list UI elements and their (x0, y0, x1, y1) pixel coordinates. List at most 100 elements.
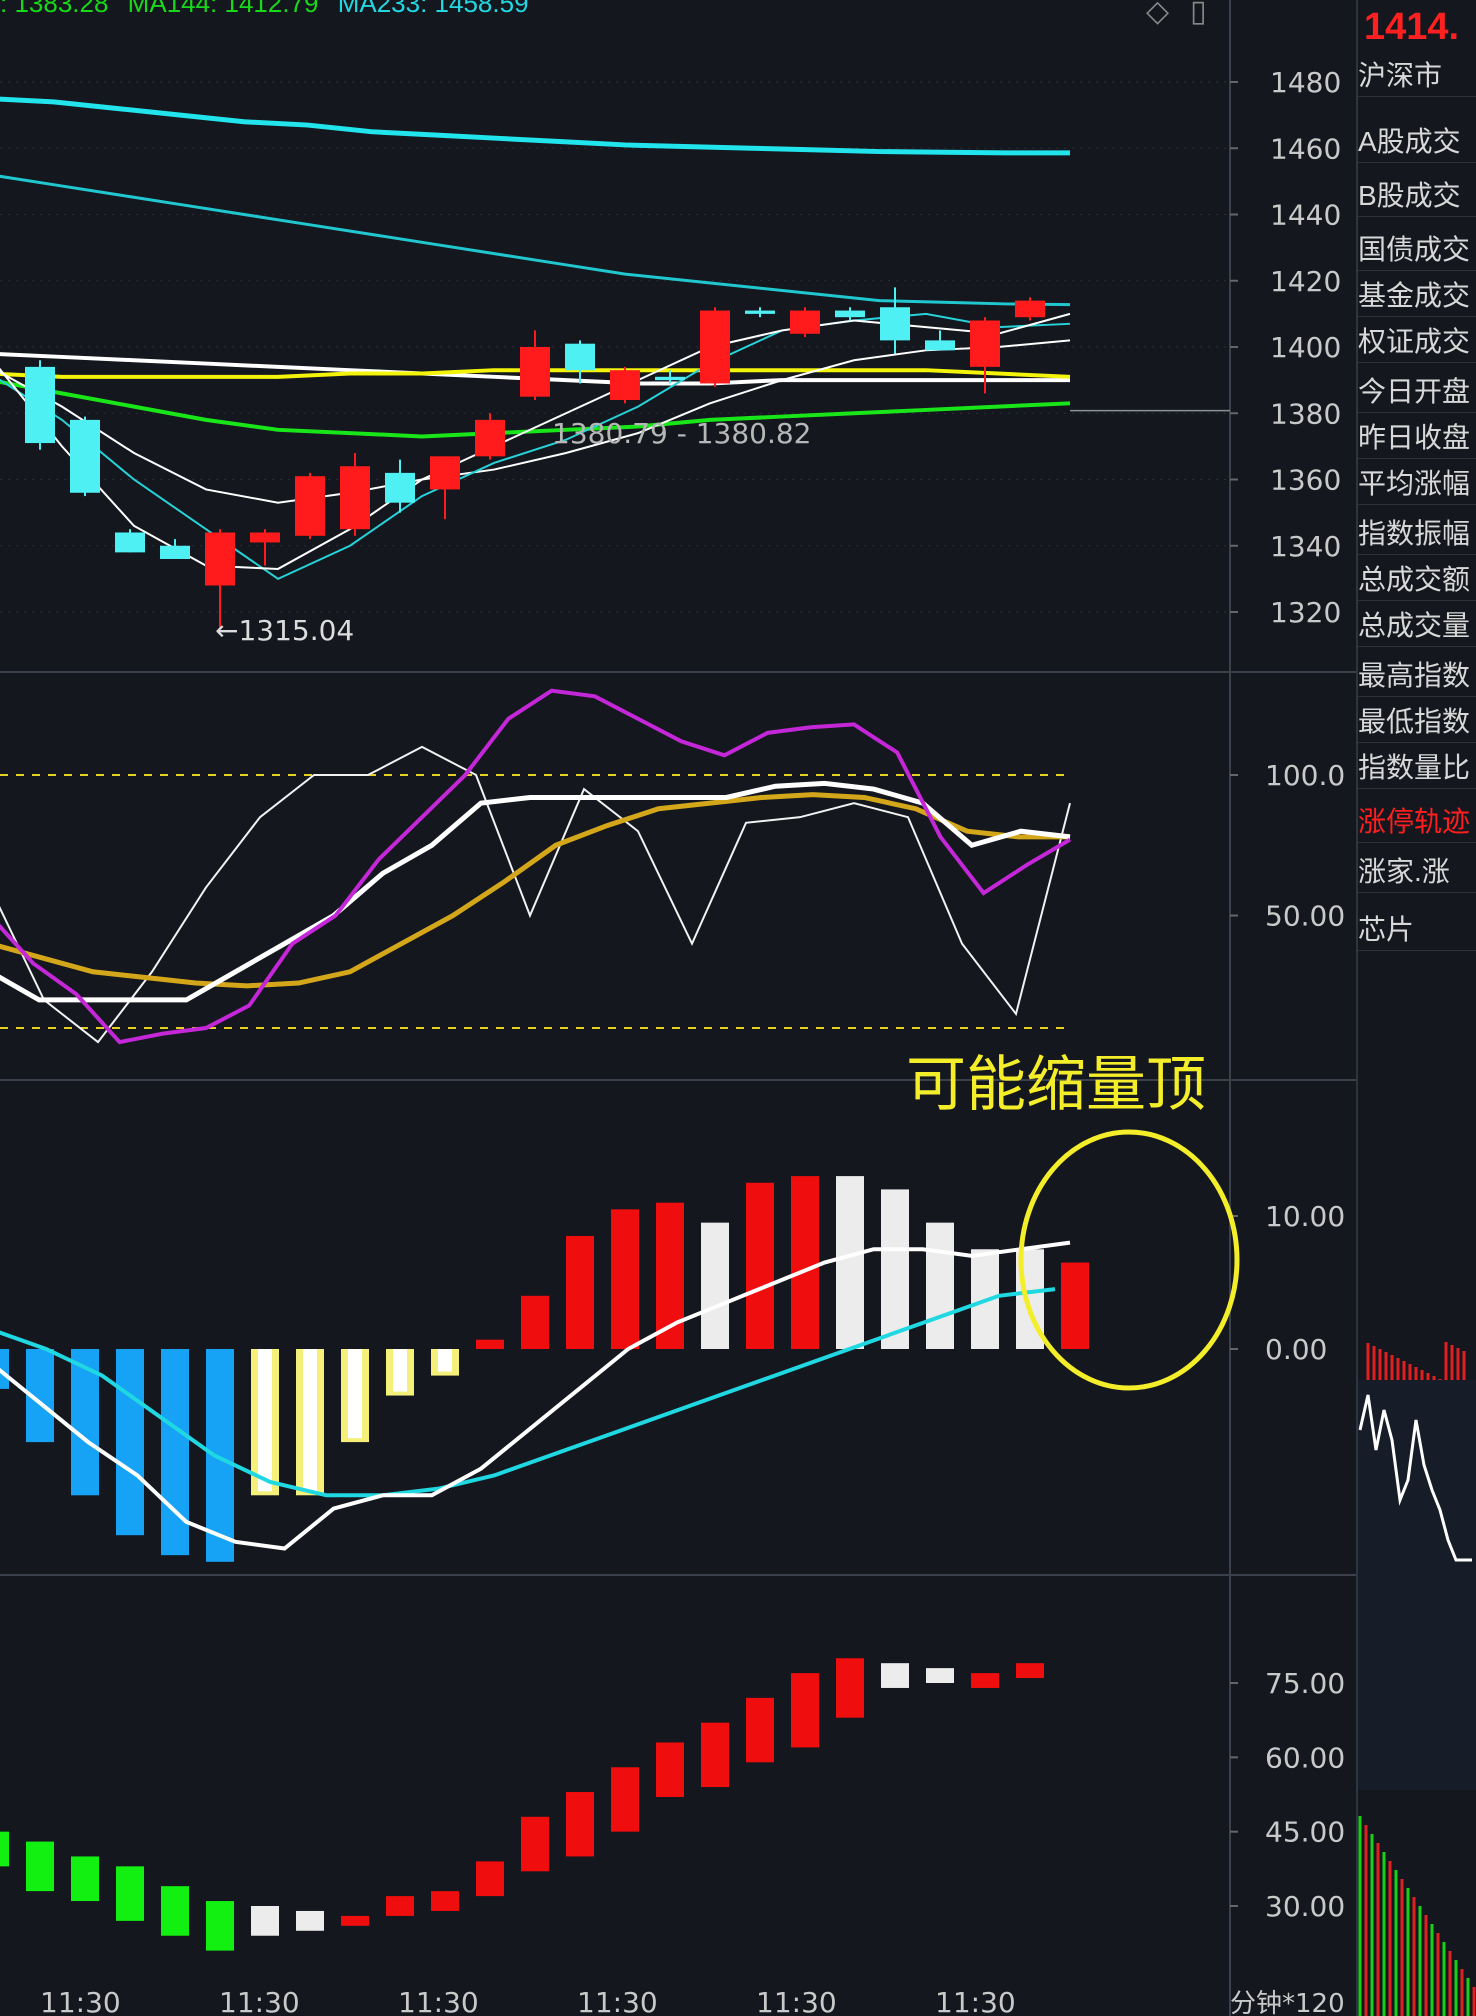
side-row[interactable]: 最高指数 (1358, 656, 1476, 697)
side-row[interactable]: A股成交 (1358, 122, 1476, 163)
candle-body (970, 320, 1000, 367)
osc-line-white_bold (0, 780, 1071, 1003)
vol-tick-label: 30.00 (1265, 1890, 1345, 1923)
macd-bar (566, 1235, 594, 1349)
ma-line-MA144 (0, 174, 1071, 307)
candle-body (385, 472, 415, 503)
side-row[interactable]: 权证成交 (1358, 322, 1476, 363)
ma-legend-c: MA233: 1458.59 (337, 0, 529, 18)
osc-tick-label: 50.00 (1265, 900, 1345, 933)
ma-legend: : 1383.28 MA144: 1412.79 MA233: 1458.59 (0, 0, 529, 19)
vol-bar (566, 1792, 594, 1857)
vol-bar (26, 1841, 54, 1892)
macd-bar (926, 1222, 954, 1349)
macd-bar-inner (438, 1349, 452, 1372)
side-row[interactable]: 今日开盘 (1358, 372, 1476, 413)
side-row[interactable]: 基金成交 (1358, 276, 1476, 317)
candle-body (835, 310, 865, 318)
vol-bar (251, 1906, 279, 1936)
macd-bar (836, 1176, 864, 1349)
candle-body (520, 347, 550, 397)
macd-bar (521, 1295, 549, 1349)
time-label: 11:30 (219, 1986, 300, 2016)
macd-bar-inner (303, 1349, 317, 1492)
candle-body (790, 310, 820, 334)
price-tick-label: 1460 (1270, 132, 1341, 165)
time-label: 11:30 (40, 1986, 121, 2016)
vol-bar (881, 1663, 909, 1688)
vol-bar (836, 1658, 864, 1718)
vol-bar (71, 1856, 99, 1902)
side-row[interactable]: 昨日收盘 (1358, 418, 1476, 459)
period-label: 分钟*120 (1230, 1989, 1345, 2016)
macd-bar-inner (258, 1349, 272, 1492)
diamond-icon[interactable]: ◇ (1146, 0, 1169, 29)
candle-body (475, 419, 505, 457)
panel-toggle-icon[interactable]: ▯ (1190, 0, 1207, 29)
macd-tick-label: 10.00 (1265, 1200, 1345, 1233)
vol-bar (296, 1910, 324, 1931)
candle-body (295, 476, 325, 536)
vol-bar (431, 1891, 459, 1911)
vol-bar (0, 1831, 9, 1867)
osc-tick-label: 100.0 (1265, 759, 1345, 792)
annotation-label: 可能缩量顶 (906, 1050, 1206, 1120)
vol-bar (656, 1742, 684, 1797)
stock-chart[interactable]: ←1315.04 1380.79 - 1380.82 1480 1460 1440 14… (0, 0, 1476, 2016)
price-tick-label: 1380 (1270, 397, 1341, 430)
macd-bar (476, 1339, 504, 1349)
vol-bar (206, 1901, 234, 1951)
macd-bar (161, 1349, 189, 1556)
vol-bar (926, 1668, 954, 1683)
candle-body (745, 310, 775, 314)
macd-bar (116, 1349, 144, 1536)
price-tick-label: 1480 (1270, 66, 1341, 99)
vol-bar (386, 1896, 414, 1916)
price-tick-label: 1440 (1270, 199, 1341, 232)
side-row[interactable]: 沪深市 (1358, 56, 1476, 97)
macd-line-dif (0, 1240, 1071, 1551)
ma-line-MA233 (0, 96, 1071, 156)
macd-bar (881, 1189, 909, 1349)
side-row[interactable]: 指数量比 (1358, 748, 1476, 789)
time-label: 11:30 (756, 1986, 837, 2016)
macd-bar-inner (393, 1349, 407, 1392)
side-row[interactable]: B股成交 (1358, 176, 1476, 217)
price-tick-label: 1420 (1270, 265, 1341, 298)
price-tick-label: 1320 (1270, 596, 1341, 629)
side-row[interactable]: 国债成交 (1358, 230, 1476, 271)
vol-bar (476, 1861, 504, 1897)
price-tick-label: 1360 (1270, 464, 1341, 497)
range-label: 1380.79 - 1380.82 (552, 417, 811, 450)
side-row[interactable]: 最低指数 (1358, 702, 1476, 743)
candle-body (880, 307, 910, 341)
side-row[interactable]: 涨家.涨 (1358, 852, 1476, 893)
side-row[interactable]: 总成交额 (1358, 560, 1476, 601)
candle-body (565, 343, 595, 371)
macd-bar (746, 1182, 774, 1349)
side-row[interactable]: 涨停轨迹 (1358, 802, 1476, 843)
side-row[interactable]: 总成交量 (1358, 606, 1476, 647)
side-row[interactable]: 指数振幅 (1358, 514, 1476, 555)
candle-body (340, 466, 370, 530)
side-row[interactable]: 平均涨幅 (1358, 464, 1476, 505)
candle-body (25, 366, 55, 444)
osc-line-purple (0, 688, 1072, 1045)
candle-body (610, 370, 640, 400)
candle-body (205, 532, 235, 586)
side-row[interactable]: 芯片 (1358, 910, 1476, 951)
vol-bar (611, 1767, 639, 1832)
macd-bar-inner (348, 1349, 362, 1439)
vol-bar (791, 1673, 819, 1748)
candle-body (700, 310, 730, 384)
time-label: 11:30 (935, 1986, 1016, 2016)
vol-tick-label: 45.00 (1265, 1816, 1345, 1849)
price-tick-label: 1400 (1270, 331, 1341, 364)
candle-body (70, 419, 100, 493)
vol-bar (971, 1673, 999, 1688)
vol-bar (341, 1915, 369, 1926)
macd-bar (1061, 1262, 1089, 1349)
time-label: 11:30 (577, 1986, 658, 2016)
vol-bar (1016, 1663, 1044, 1679)
side-price: 1414. (1364, 6, 1460, 48)
